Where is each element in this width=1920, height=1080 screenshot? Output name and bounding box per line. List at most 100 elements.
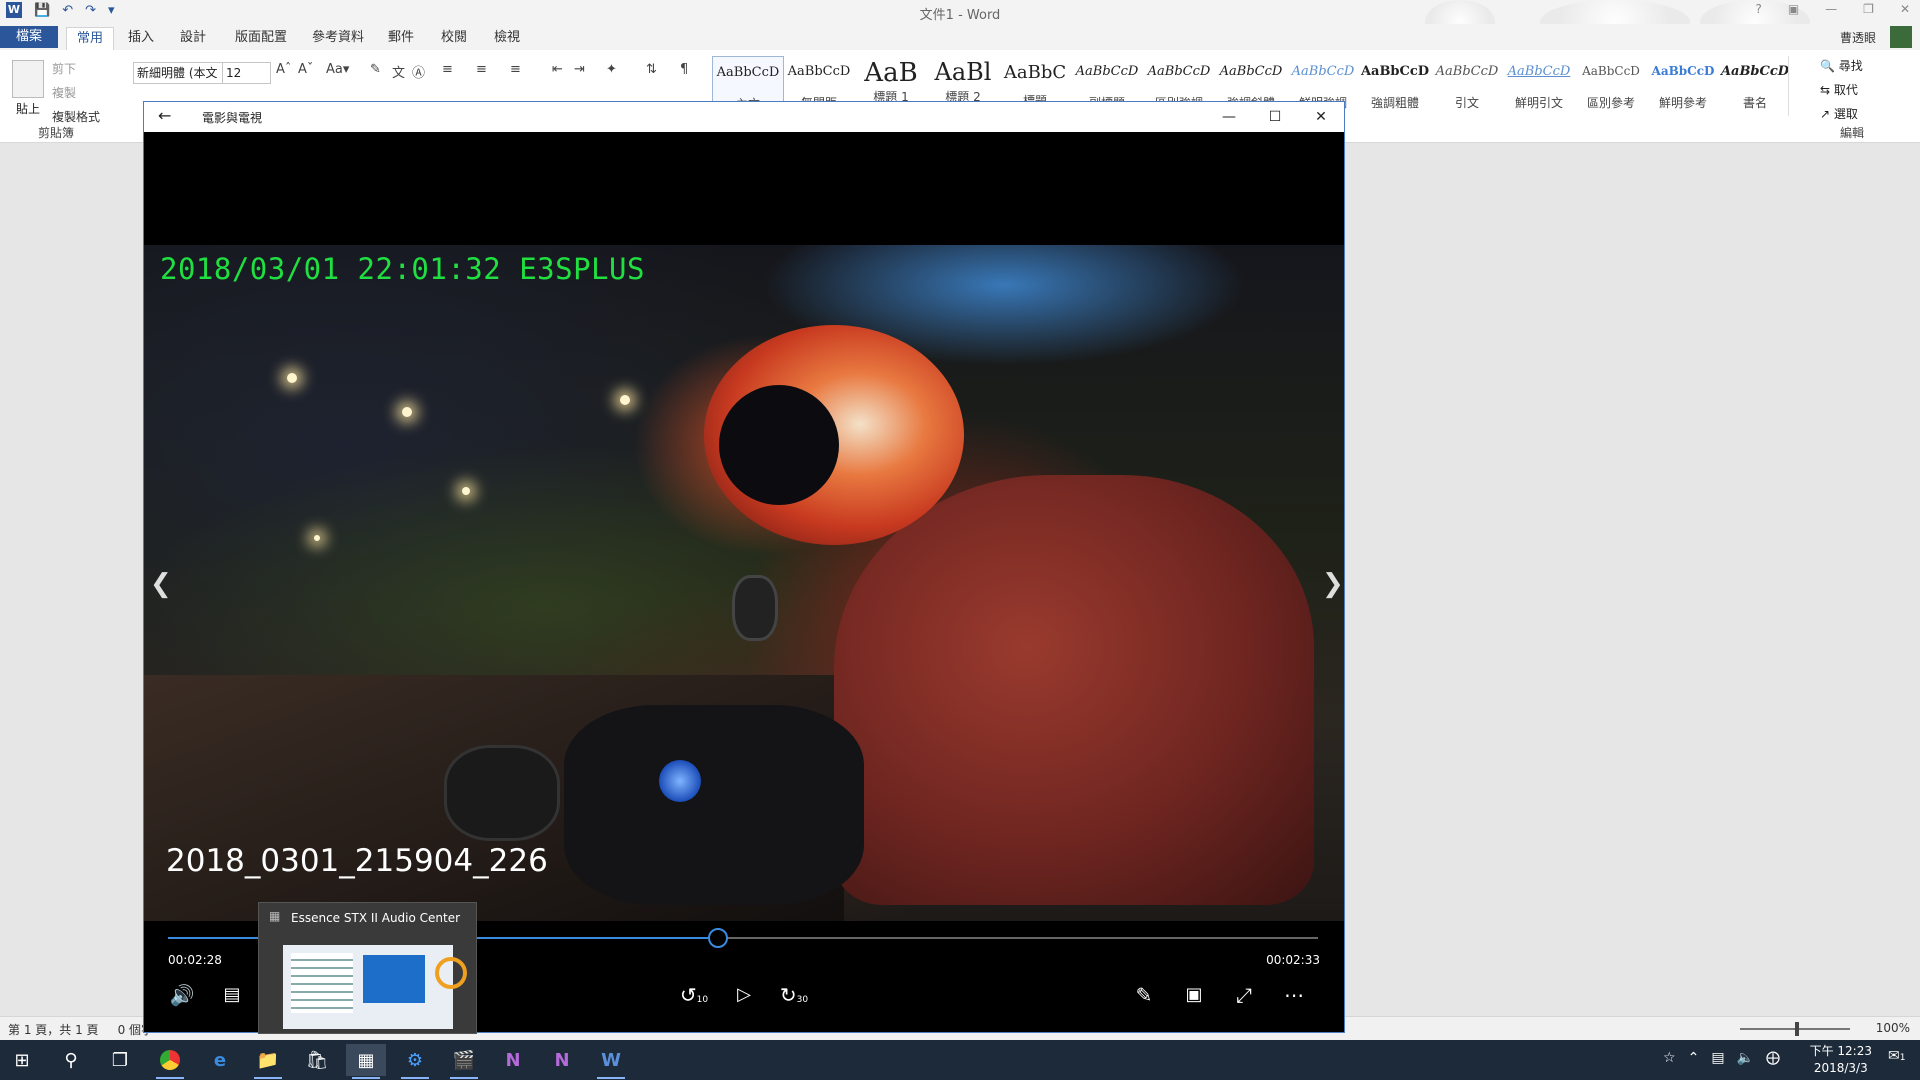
format-painter-button[interactable]: 複製格式 <box>52 108 100 125</box>
zoom-level[interactable]: 100% <box>1876 1021 1910 1035</box>
player-close-button[interactable]: ✕ <box>1298 102 1344 132</box>
subtitles-icon[interactable]: ▤ <box>212 978 252 1012</box>
next-arrow-icon[interactable]: ❯ <box>1322 569 1344 599</box>
style-intense-reference[interactable]: AaBbCcD 鮮明參考 <box>1648 56 1718 116</box>
select-button[interactable]: ↗ 選取 <box>1820 102 1910 126</box>
popup-preview[interactable] <box>283 945 467 1029</box>
shrink-font-icon[interactable]: Aˇ <box>298 62 313 77</box>
decrease-indent-icon[interactable]: ⇤ <box>552 62 563 77</box>
previous-arrow-icon[interactable]: ❮ <box>150 569 172 599</box>
edit-pencil-icon[interactable]: ✎ <box>1124 978 1164 1012</box>
word-minimize-button[interactable]: — <box>1825 2 1837 16</box>
popup-title: Essence STX II Audio Center <box>291 911 461 925</box>
onenote-icon[interactable]: N <box>493 1044 533 1076</box>
fullscreen-icon[interactable]: ⤢ <box>1224 978 1264 1012</box>
start-windows-icon[interactable]: ⊞ <box>2 1044 42 1076</box>
volume-icon[interactable]: 🔊 <box>162 978 202 1012</box>
multilevel-list-icon[interactable]: ≡ <box>510 62 521 77</box>
tab-file[interactable]: 檔案 <box>0 26 58 48</box>
change-case-icon[interactable]: Aa▾ <box>326 62 349 77</box>
tab-layout[interactable]: 版面配置 <box>225 27 297 49</box>
elapsed-time: 00:02:28 <box>168 953 222 967</box>
style-strong[interactable]: AaBbCcD 強調粗體 <box>1360 56 1430 116</box>
action-center-icon[interactable]: ✉1 <box>1888 1048 1912 1070</box>
store-icon[interactable]: 🛍 <box>297 1044 337 1076</box>
paste-icon[interactable] <box>12 60 44 98</box>
volume-tray-icon[interactable]: 🔈 <box>1737 1050 1754 1066</box>
font-size-select[interactable]: 12 <box>222 62 271 84</box>
clock-date: 2018/3/3 <box>1813 1061 1868 1075</box>
player-minimize-button[interactable]: — <box>1206 102 1252 132</box>
tab-home[interactable]: 常用 <box>66 27 115 50</box>
onenote-2016-icon[interactable]: N <box>542 1044 582 1076</box>
tab-mailings[interactable]: 郵件 <box>378 27 424 49</box>
system-tray: ☆ ⌃ ▤ 🔈 ⨁ <box>1663 1050 1780 1066</box>
font-name-select[interactable]: 新細明體 (本文 <box>133 62 226 84</box>
tab-design[interactable]: 設計 <box>170 27 216 49</box>
asian-layout-icon[interactable]: ✦ <box>606 62 617 77</box>
style-book-title[interactable]: AaBbCcD 書名 <box>1720 56 1790 116</box>
style-quote[interactable]: AaBbCcD 引文 <box>1432 56 1502 116</box>
tab-view[interactable]: 檢視 <box>484 27 530 49</box>
grow-font-icon[interactable]: Aˆ <box>276 62 291 77</box>
show-hidden-icons[interactable]: ⌃ <box>1688 1050 1700 1066</box>
app-taskbar-icon[interactable]: ⚙ <box>395 1044 435 1079</box>
people-icon[interactable]: ☆ <box>1663 1050 1676 1066</box>
tray-app-icon[interactable]: ⨁ <box>1766 1050 1780 1066</box>
audio-center-taskbar-icon[interactable]: ▦ <box>346 1044 386 1079</box>
player-window-controls: — ☐ ✕ <box>1206 102 1344 132</box>
taskbar-thumbnail-popup[interactable]: ▦ Essence STX II Audio Center <box>258 902 477 1034</box>
sort-icon[interactable]: ⇅ <box>646 62 657 77</box>
more-options-icon[interactable]: ⋯ <box>1274 978 1314 1012</box>
tab-review[interactable]: 校閱 <box>431 27 477 49</box>
replace-button[interactable]: ⇆ 取代 <box>1820 78 1910 102</box>
skip-back-button[interactable]: ↺10 <box>674 978 714 1012</box>
show-marks-icon[interactable]: ¶ <box>680 62 688 77</box>
styles-scroll[interactable] <box>1788 56 1803 116</box>
enclosed-char-icon[interactable]: Ⓐ <box>412 62 425 81</box>
paste-button[interactable]: 貼上 <box>16 100 40 117</box>
video-dash-light <box>659 760 701 802</box>
tab-references[interactable]: 參考資料 <box>302 27 374 49</box>
cut-button[interactable]: 剪下 <box>52 60 76 77</box>
skip-forward-button[interactable]: ↻30 <box>774 978 814 1012</box>
video-mirror-right <box>732 575 778 641</box>
page-count[interactable]: 第 1 頁，共 1 頁 0 個字 <box>8 1021 153 1038</box>
help-icon[interactable]: ? <box>1755 2 1761 16</box>
task-view-icon[interactable]: ❐ <box>100 1044 140 1076</box>
video-scooter-dash <box>564 705 864 905</box>
style-intense-quote[interactable]: AaBbCcD 鮮明引文 <box>1504 56 1574 116</box>
find-button[interactable]: 🔍 尋找 <box>1820 54 1910 78</box>
seek-thumb[interactable] <box>707 928 728 948</box>
bullets-icon[interactable]: ≡ <box>442 62 453 77</box>
numbering-icon[interactable]: ≡ <box>476 62 487 77</box>
style-subtle-reference[interactable]: AaBbCcD 區別參考 <box>1576 56 1646 116</box>
zoom-slider[interactable] <box>1740 1022 1850 1036</box>
video-frame[interactable]: 2018/03/01 22:01:32 E3SPLUS ❮ ❯ <box>144 245 1344 921</box>
player-maximize-button[interactable]: ☐ <box>1252 102 1298 132</box>
clock[interactable]: 下午 12:23 2018/3/3 <box>1810 1043 1872 1077</box>
file-explorer-icon[interactable]: 📁 <box>248 1044 288 1079</box>
movies-tv-icon[interactable]: 🎬 <box>444 1044 484 1079</box>
copy-button[interactable]: 複製 <box>52 84 76 101</box>
word-restore-button[interactable]: ❐ <box>1863 2 1874 16</box>
play-button[interactable]: ▷ <box>724 978 764 1012</box>
word-taskbar-icon[interactable]: W <box>591 1044 631 1079</box>
editing-group-label: 編輯 <box>1840 126 1865 140</box>
user-name[interactable]: 曹透眼 <box>1840 29 1876 46</box>
ribbon-display-icon[interactable]: ▣ <box>1788 2 1799 16</box>
network-icon[interactable]: ▤ <box>1711 1050 1724 1066</box>
edge-icon[interactable]: e <box>200 1044 240 1076</box>
word-titlebar: W 💾 ↶ ↷ ▾ 文件1 - Word ? ▣ — ❐ ✕ <box>0 0 1920 44</box>
back-arrow-icon[interactable]: ← <box>158 106 171 125</box>
tab-insert[interactable]: 插入 <box>118 27 164 49</box>
increase-indent-icon[interactable]: ⇥ <box>574 62 585 77</box>
word-close-button[interactable]: ✕ <box>1900 2 1910 16</box>
phonetic-guide-icon[interactable]: 文 <box>392 62 405 81</box>
search-icon[interactable]: ⚲ <box>51 1044 91 1076</box>
mini-view-icon[interactable]: ▣ <box>1174 978 1214 1012</box>
chrome-icon[interactable] <box>150 1044 190 1079</box>
clear-format-icon[interactable]: ✎ <box>370 62 381 77</box>
clock-time: 下午 12:23 <box>1809 1044 1872 1058</box>
avatar[interactable] <box>1890 26 1912 48</box>
